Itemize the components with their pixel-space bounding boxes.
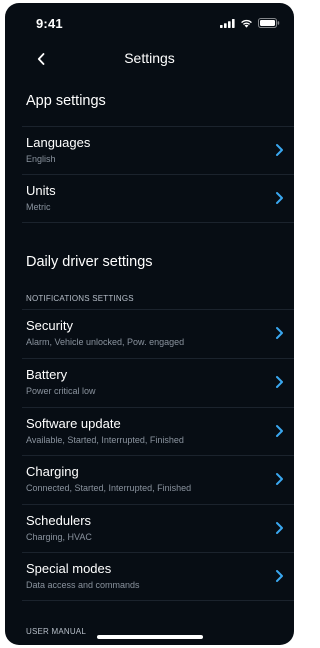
row-label: Security <box>26 318 73 333</box>
settings-row-battery[interactable]: Battery Power critical low <box>5 358 294 406</box>
wifi-icon <box>241 19 252 28</box>
row-label: Battery <box>26 367 68 382</box>
section-title-app-settings: App settings <box>26 93 106 109</box>
chevron-right-icon <box>276 522 283 534</box>
row-value: Available, Started, Interrupted, Finishe… <box>26 435 184 445</box>
row-value: Data access and commands <box>26 580 140 590</box>
divider <box>22 455 294 456</box>
row-value: English <box>26 154 56 164</box>
row-label: Software update <box>26 416 121 431</box>
row-value: Metric <box>26 202 51 212</box>
chevron-right-icon <box>276 192 283 204</box>
status-bar: 9:41 <box>5 3 294 43</box>
settings-row-schedulers[interactable]: Schedulers Charging, HVAC <box>5 504 294 552</box>
cellular-signal-icon <box>220 18 235 28</box>
battery-icon <box>258 18 280 28</box>
page-title: Settings <box>124 50 175 66</box>
divider <box>22 126 294 127</box>
row-label: Charging <box>26 464 79 479</box>
settings-row-software-update[interactable]: Software update Available, Started, Inte… <box>5 407 294 455</box>
divider <box>22 174 294 175</box>
divider <box>22 309 294 310</box>
row-label: Special modes <box>26 561 112 576</box>
row-label: Units <box>26 183 56 198</box>
divider <box>22 600 294 601</box>
divider <box>22 358 294 359</box>
settings-row-charging[interactable]: Charging Connected, Started, Interrupted… <box>5 455 294 503</box>
row-label: Languages <box>26 135 91 150</box>
settings-row-special-modes[interactable]: Special modes Data access and commands <box>5 552 294 600</box>
chevron-right-icon <box>276 376 283 388</box>
section-title-daily-driver: Daily driver settings <box>26 254 153 270</box>
settings-row-units[interactable]: Units Metric <box>5 174 294 222</box>
row-value: Charging, HVAC <box>26 532 92 542</box>
chevron-right-icon <box>276 425 283 437</box>
settings-row-security[interactable]: Security Alarm, Vehicle unlocked, Pow. e… <box>5 309 294 357</box>
divider <box>22 504 294 505</box>
home-indicator[interactable] <box>96 635 203 639</box>
chevron-right-icon <box>276 473 283 485</box>
phone-screen: 9:41 Settings App settings Languages Eng… <box>5 3 294 645</box>
divider <box>22 552 294 553</box>
navigation-bar: Settings <box>5 43 294 75</box>
chevron-right-icon <box>276 570 283 582</box>
user-manual-header: USER MANUAL <box>26 627 86 636</box>
row-value: Power critical low <box>26 386 96 396</box>
divider <box>22 407 294 408</box>
row-value: Alarm, Vehicle unlocked, Pow. engaged <box>26 337 185 347</box>
chevron-right-icon <box>276 144 283 156</box>
settings-row-languages[interactable]: Languages English <box>5 126 294 174</box>
row-label: Schedulers <box>26 513 92 528</box>
status-icons <box>220 18 280 28</box>
status-time: 9:41 <box>36 16 63 31</box>
chevron-right-icon <box>276 327 283 339</box>
divider <box>22 222 294 223</box>
row-value: Connected, Started, Interrupted, Finishe… <box>26 483 192 493</box>
notifications-settings-header: NOTIFICATIONS SETTINGS <box>26 294 134 303</box>
